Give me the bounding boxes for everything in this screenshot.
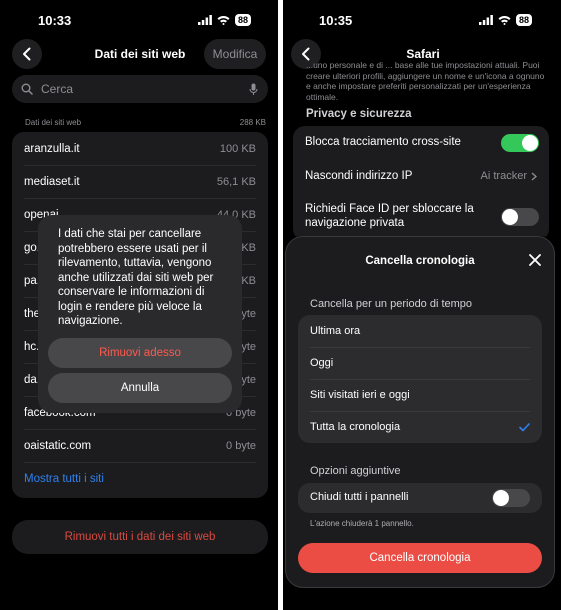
remove-all-button[interactable]: Rimuovi tutti i dati dei siti web bbox=[12, 520, 268, 554]
option-label: Ultima ora bbox=[310, 325, 361, 337]
close-tabs-row: Chiudi tutti i pannelli bbox=[298, 483, 542, 513]
site-name: mediaset.it bbox=[24, 175, 80, 188]
checkmark-icon bbox=[519, 422, 530, 431]
confirm-clear-button[interactable]: Cancella cronologia bbox=[298, 543, 542, 573]
block-tracking-label: Blocca tracciamento cross-site bbox=[305, 136, 461, 148]
close-tabs-note: L'azione chiuderà 1 pannello. bbox=[310, 519, 414, 528]
chevron-left-icon bbox=[302, 47, 310, 61]
status-icons: 88 bbox=[479, 14, 533, 26]
profiles-intro: ...uno personale e di ... base alle tue … bbox=[306, 60, 545, 102]
toggle-knob bbox=[493, 490, 509, 506]
option-label: Siti visitati ieri e oggi bbox=[310, 389, 410, 401]
alert-message: I dati che stai per cancellare potrebber… bbox=[58, 228, 214, 327]
remove-now-button[interactable]: Rimuovi adesso bbox=[48, 338, 232, 368]
wifi-icon bbox=[217, 16, 230, 25]
signal-icon bbox=[198, 15, 212, 25]
option-all-history[interactable]: Tutta la cronologia bbox=[310, 411, 530, 443]
block-tracking-toggle[interactable] bbox=[501, 134, 539, 152]
chevron-right-icon bbox=[531, 172, 537, 180]
face-id-toggle[interactable] bbox=[501, 208, 539, 226]
extra-options-header: Opzioni aggiuntive bbox=[310, 465, 401, 477]
show-all-label: Mostra tutti i siti bbox=[24, 472, 104, 485]
search-placeholder: Cerca bbox=[41, 82, 74, 96]
section-header-label: Dati dei siti web bbox=[25, 118, 82, 127]
status-time: 10:33 bbox=[38, 13, 72, 28]
confirm-alert: I dati che stai per cancellare potrebber… bbox=[38, 215, 242, 413]
face-id-label: Richiedi Face ID per sbloccare la naviga… bbox=[305, 203, 474, 229]
wifi-icon bbox=[498, 16, 511, 25]
battery-indicator: 88 bbox=[516, 14, 533, 26]
option-label: Oggi bbox=[310, 357, 334, 369]
site-size: 56,1 KB bbox=[216, 175, 256, 188]
option-yesterday-today[interactable]: Siti visitati ieri e oggi bbox=[310, 379, 530, 412]
toggle-knob bbox=[502, 209, 518, 225]
right-screen: 10:35 88 Safari ...uno personale e di ..… bbox=[283, 0, 561, 610]
left-screen: 10:33 88 Dati dei siti web Modifica Cerc… bbox=[0, 0, 278, 610]
section-header-total: 288 KB bbox=[239, 118, 266, 127]
back-button[interactable] bbox=[12, 39, 42, 69]
status-time: 10:35 bbox=[319, 13, 353, 28]
hide-ip-value-text: Ai tracker bbox=[480, 170, 527, 182]
sheet-title: Cancella cronologia bbox=[365, 255, 475, 267]
option-today[interactable]: Oggi bbox=[310, 347, 530, 380]
cancel-button[interactable]: Annulla bbox=[48, 373, 232, 403]
site-row[interactable]: aranzulla.it 100 KB bbox=[24, 132, 256, 166]
site-name: aranzulla.it bbox=[24, 142, 80, 155]
search-icon bbox=[21, 83, 33, 95]
close-button[interactable] bbox=[528, 253, 542, 272]
page-title: Safari bbox=[406, 47, 440, 61]
status-icons: 88 bbox=[198, 14, 252, 26]
chevron-left-icon bbox=[23, 47, 31, 61]
period-header: Cancella per un periodo di tempo bbox=[310, 298, 473, 310]
site-size: 100 KB bbox=[219, 142, 256, 155]
battery-indicator: 88 bbox=[235, 14, 252, 26]
close-icon bbox=[529, 254, 541, 266]
page-title: Dati dei siti web bbox=[94, 47, 186, 61]
edit-button[interactable]: Modifica bbox=[204, 39, 266, 69]
hide-ip-label[interactable]: Nascondi indirizzo IP bbox=[305, 170, 412, 182]
option-last-hour[interactable]: Ultima ora bbox=[310, 315, 530, 348]
search-bar[interactable]: Cerca bbox=[12, 75, 268, 103]
site-size: 0 byte bbox=[226, 439, 256, 452]
show-all-sites-link[interactable]: Mostra tutti i siti bbox=[24, 462, 256, 495]
privacy-card: Blocca tracciamento cross-site Nascondi … bbox=[293, 126, 549, 241]
signal-icon bbox=[479, 15, 493, 25]
site-row[interactable]: mediaset.it 56,1 KB bbox=[24, 165, 256, 199]
clear-history-sheet: Cancella cronologia Cancella per un peri… bbox=[285, 236, 555, 588]
close-tabs-label: Chiudi tutti i pannelli bbox=[310, 491, 409, 503]
period-options: Ultima ora Oggi Siti visitati ieri e ogg… bbox=[298, 315, 542, 443]
microphone-icon[interactable] bbox=[249, 83, 258, 96]
option-label: Tutta la cronologia bbox=[310, 421, 401, 433]
site-row[interactable]: oaistatic.com 0 byte bbox=[24, 429, 256, 463]
privacy-header: Privacy e sicurezza bbox=[306, 108, 412, 120]
hide-ip-value[interactable]: Ai tracker bbox=[481, 170, 537, 182]
close-tabs-toggle[interactable] bbox=[492, 489, 530, 507]
site-name: oaistatic.com bbox=[24, 439, 92, 452]
toggle-knob bbox=[522, 135, 538, 151]
